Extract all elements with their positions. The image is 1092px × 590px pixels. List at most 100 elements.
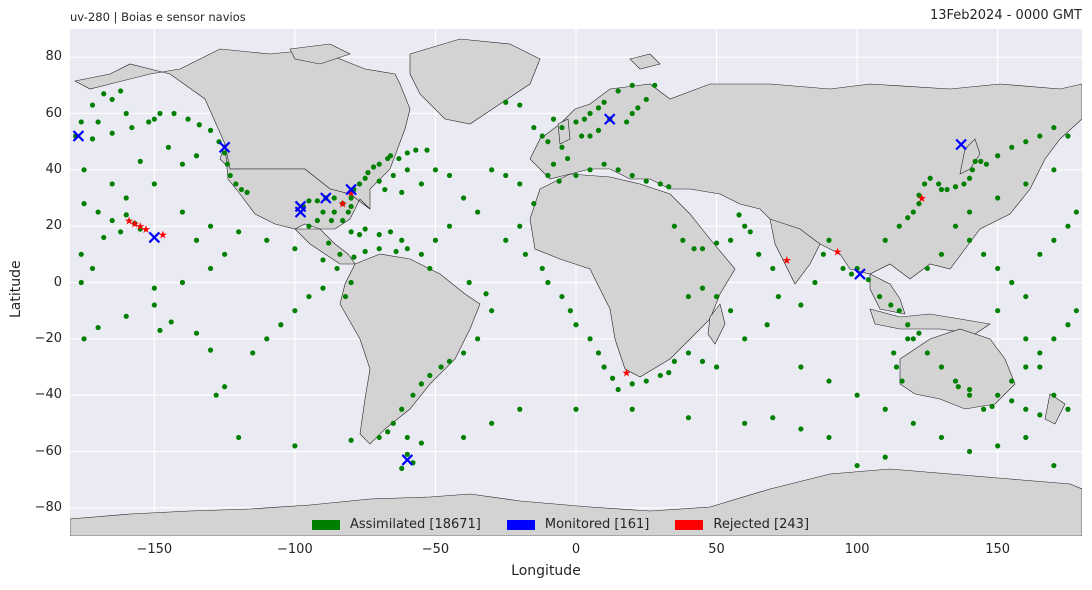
- assimilated-point: [95, 119, 101, 125]
- assimilated-point: [123, 313, 129, 319]
- world-map: ★★★★ ★★★★★★★: [70, 29, 1082, 536]
- assimilated-point: [550, 116, 557, 122]
- assimilated-point: [699, 285, 706, 291]
- assimilated-point: [952, 378, 959, 384]
- assimilated-point: [826, 237, 832, 243]
- assimilated-point: [292, 246, 298, 252]
- assimilated-point: [944, 186, 950, 193]
- x-tick-label: −100: [277, 542, 313, 557]
- assimilated-point: [882, 237, 888, 243]
- assimilated-point: [680, 237, 686, 243]
- assimilated-point: [924, 265, 930, 272]
- assimilated-point: [1009, 398, 1015, 404]
- assimilated-point: [342, 293, 349, 300]
- assimilated-point: [995, 153, 1001, 159]
- assimilated-point: [854, 392, 860, 398]
- assimilated-point: [559, 124, 565, 131]
- assimilated-point: [109, 181, 115, 187]
- assimilated-point: [573, 406, 579, 412]
- assimilated-point: [278, 322, 284, 328]
- assimilated-point: [489, 420, 495, 426]
- assimilated-point: [418, 381, 424, 387]
- assimilated-point: [328, 217, 335, 224]
- legend-swatch-rejected: [675, 519, 704, 530]
- assimilated-point: [109, 130, 115, 136]
- assimilated-point: [1009, 144, 1015, 150]
- assimilated-point: [387, 229, 394, 235]
- y-tick-label: 60: [45, 105, 62, 121]
- map-plot-area: ★ ★ ★ ★ ★ ★ ★ ★ ★ ★ ★: [70, 29, 1082, 536]
- assimilated-point: [567, 308, 573, 314]
- assimilated-point: [118, 88, 124, 94]
- assimilated-point: [966, 392, 973, 398]
- assimilated-point: [652, 82, 658, 88]
- assimilated-point: [410, 392, 416, 398]
- assimilated-point: [404, 167, 410, 173]
- assimilated-point: [952, 223, 959, 229]
- assimilated-point: [1051, 336, 1057, 342]
- assimilated-point: [314, 217, 320, 224]
- assimilated-point: [179, 161, 186, 167]
- assimilated-point: [362, 175, 368, 181]
- assimilated-point: [995, 195, 1001, 201]
- assimilated-point: [438, 364, 444, 370]
- assimilated-point: [573, 322, 579, 328]
- assimilated-point: [587, 110, 593, 117]
- assimilated-point: [699, 246, 706, 252]
- assimilated-point: [101, 91, 107, 97]
- assimilated-point: [95, 209, 101, 215]
- assimilated-point: [1051, 462, 1057, 469]
- assimilated-point: [798, 364, 804, 370]
- assimilated-point: [424, 147, 430, 153]
- assimilated-point: [207, 347, 214, 353]
- assimilated-point: [418, 251, 424, 257]
- assimilated-point: [348, 437, 354, 443]
- assimilated-point: [193, 153, 200, 159]
- assimilated-point: [1051, 167, 1057, 173]
- assimilated-point: [1023, 364, 1029, 370]
- assimilated-point: [938, 186, 945, 193]
- assimilated-point: [545, 139, 551, 145]
- assimilated-point: [123, 110, 129, 117]
- assimilated-point: [340, 217, 346, 224]
- assimilated-point: [770, 265, 776, 272]
- assimilated-point: [685, 293, 692, 300]
- assimilated-point: [820, 251, 826, 257]
- assimilated-point: [362, 248, 368, 255]
- x-tick-label: −50: [421, 542, 450, 557]
- assimilated-point: [573, 172, 579, 179]
- assimilated-point: [770, 415, 776, 421]
- assimilated-point: [573, 119, 579, 125]
- assimilated-point: [193, 237, 200, 243]
- assimilated-point: [882, 406, 888, 412]
- map-title-right: 13Feb2024 - 0000 GMT: [929, 8, 1082, 23]
- assimilated-point: [466, 279, 472, 286]
- assimilated-point: [615, 167, 621, 173]
- assimilated-point: [337, 251, 343, 257]
- assimilated-point: [995, 265, 1001, 272]
- assimilated-point: [1065, 322, 1071, 328]
- assimilated-point: [966, 386, 973, 393]
- assimilated-point: [798, 302, 804, 308]
- assimilated-point: [896, 223, 902, 229]
- assimilated-point: [213, 392, 219, 398]
- assimilated-point: [952, 184, 959, 190]
- assimilated-point: [157, 327, 163, 333]
- assimilated-point: [1051, 237, 1057, 243]
- assimilated-point: [1051, 392, 1057, 398]
- assimilated-point: [609, 375, 616, 381]
- assimilated-point: [404, 451, 410, 457]
- assimilated-point: [207, 127, 214, 133]
- assimilated-point: [812, 279, 818, 286]
- legend-label-monitored: Monitored [161]: [544, 517, 650, 532]
- assimilated-point: [1023, 139, 1029, 145]
- assimilated-point: [736, 212, 742, 218]
- assimilated-point: [936, 181, 942, 187]
- assimilated-point: [1051, 124, 1057, 131]
- assimilated-point: [1037, 412, 1043, 418]
- assimilated-point: [222, 150, 228, 156]
- assimilated-point: [1065, 406, 1071, 412]
- assimilated-point: [385, 429, 391, 435]
- assimilated-point: [306, 198, 312, 204]
- assimilated-point: [137, 158, 143, 164]
